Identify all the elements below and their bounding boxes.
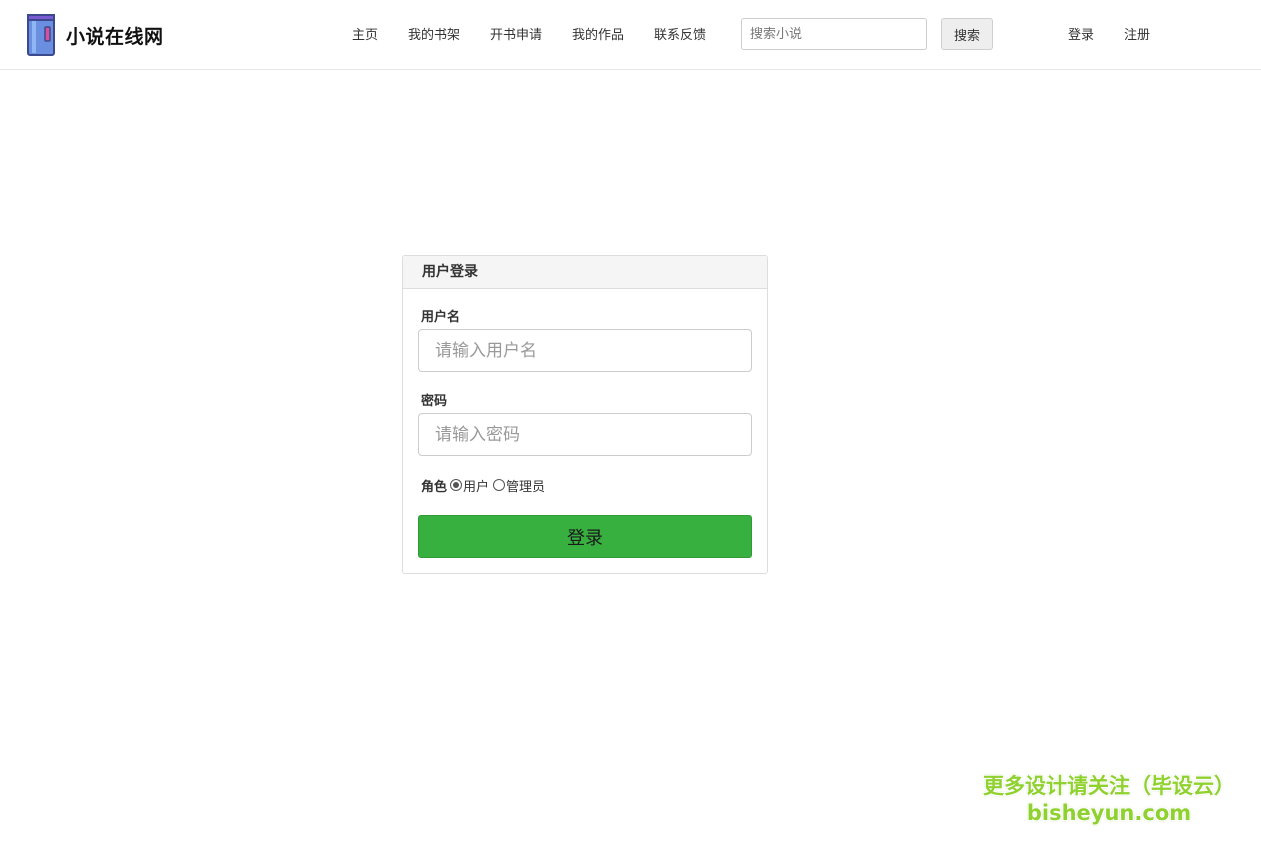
nav-item-my-works[interactable]: 我的作品 <box>572 24 624 43</box>
watermark-url: bisheyun.com <box>1026 801 1192 825</box>
role-label: 角色 <box>421 479 448 495</box>
site-title[interactable]: 小说在线网 <box>66 22 164 49</box>
nav-item-book-application[interactable]: 开书申请 <box>490 24 542 43</box>
login-link[interactable]: 登录 <box>1068 24 1094 43</box>
role-selector: 角色 用户 管理员 <box>421 475 549 495</box>
login-panel: 用户登录 用户名 密码 角色 用户 管理员 登录 <box>402 255 768 574</box>
role-user-label[interactable]: 用户 <box>463 476 489 495</box>
nav-item-feedback[interactable]: 联系反馈 <box>654 24 706 43</box>
nav-item-home[interactable]: 主页 <box>352 24 378 43</box>
site-logo[interactable]: 小说在线网 <box>26 12 164 58</box>
role-admin-radio[interactable] <box>493 479 506 491</box>
login-submit-button[interactable]: 登录 <box>418 515 752 558</box>
password-field[interactable] <box>418 413 752 456</box>
username-label: 用户名 <box>421 310 461 325</box>
search-input[interactable] <box>741 18 927 50</box>
role-admin-label[interactable]: 管理员 <box>506 476 545 495</box>
watermark-text: 更多设计请关注（毕设云） <box>983 774 1235 798</box>
register-link[interactable]: 注册 <box>1124 24 1150 43</box>
top-navbar: 小说在线网 主页 我的书架 开书申请 我的作品 联系反馈 登录 注册 搜索 <box>0 0 1261 70</box>
book-icon <box>27 14 55 56</box>
role-user-radio[interactable] <box>450 479 463 491</box>
password-label: 密码 <box>421 394 448 409</box>
search-button[interactable]: 搜索 <box>941 18 993 50</box>
nav-item-bookshelf[interactable]: 我的书架 <box>408 24 460 43</box>
username-field[interactable] <box>418 329 752 372</box>
watermark: 更多设计请关注（毕设云） bisheyun.com <box>978 772 1240 826</box>
login-panel-title: 用户登录 <box>403 256 767 289</box>
